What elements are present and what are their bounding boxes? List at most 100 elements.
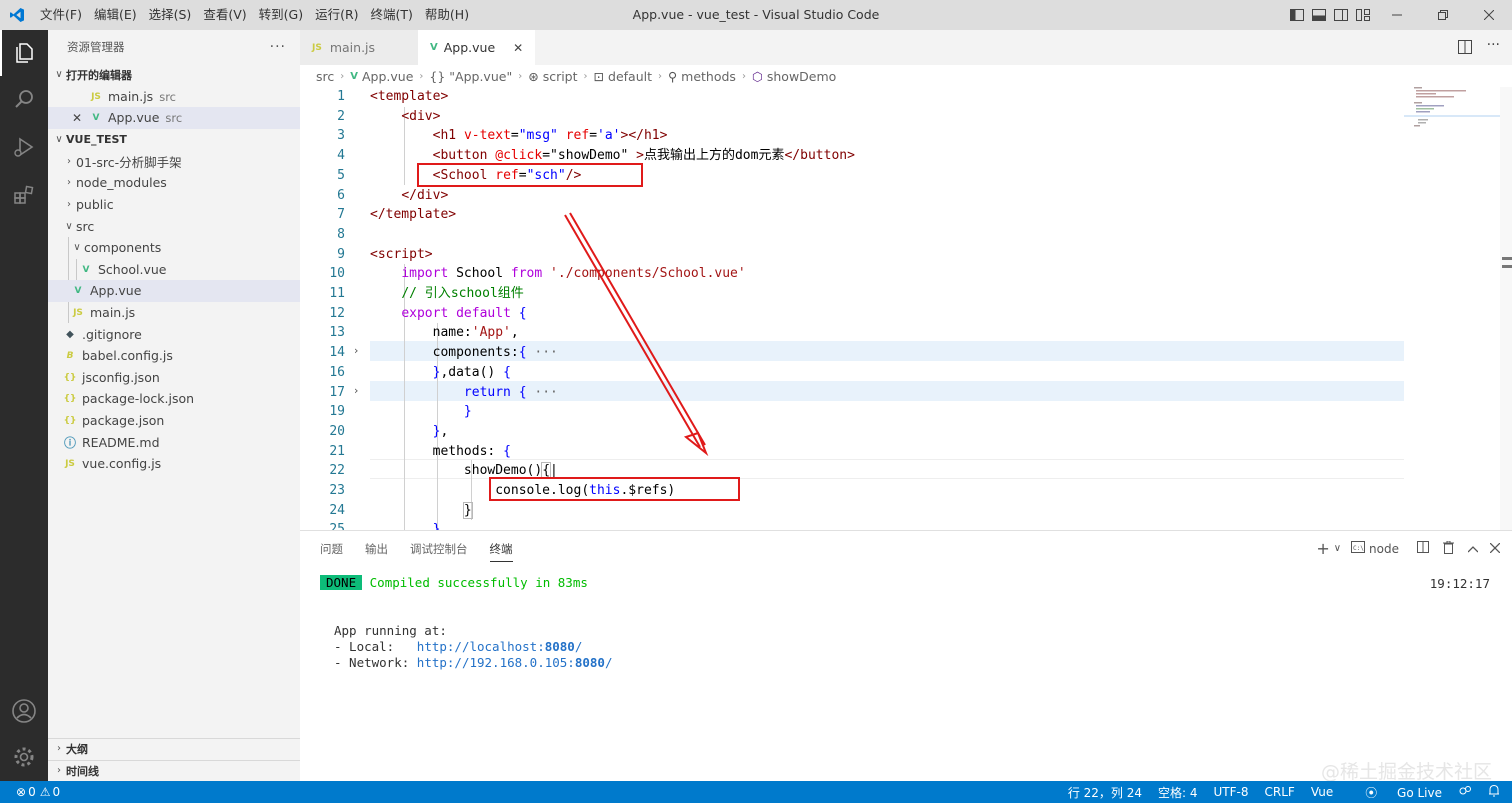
open-editor-name: App.vue: [108, 110, 160, 126]
explorer-icon[interactable]: [0, 30, 48, 76]
open-editor-desc: src: [159, 89, 176, 104]
warning-count: 0: [52, 785, 61, 799]
breadcrumb-item[interactable]: script: [543, 69, 578, 84]
tree-folder[interactable]: › public: [48, 194, 300, 216]
tab-debug-console[interactable]: 调试控制台: [410, 541, 468, 562]
menu-selection[interactable]: 选择(S): [143, 0, 198, 30]
menu-file[interactable]: 文件(F): [34, 0, 88, 30]
tree-file[interactable]: ⓘ README.md: [48, 432, 300, 454]
chevron-down-icon[interactable]: ∨: [1334, 543, 1341, 554]
tree-folder[interactable]: › node_modules: [48, 172, 300, 194]
tree-file[interactable]: Bbabel.config.js: [48, 345, 300, 367]
breadcrumb-item[interactable]: App.vue: [362, 69, 413, 84]
breadcrumb-item[interactable]: default: [608, 69, 652, 84]
indentation[interactable]: 空格: 4: [1158, 784, 1198, 801]
tree-label: jsconfig.json: [82, 370, 160, 386]
terminal-icon[interactable]: C:\: [1351, 541, 1366, 556]
running-label: App running at:: [334, 623, 447, 638]
terminal-line: DONE Compiled successfully in 83ms: [320, 575, 588, 591]
tab-app-vue[interactable]: V App.vue ✕: [418, 30, 535, 65]
open-editors-section[interactable]: ∨ 打开的编辑器: [48, 64, 300, 86]
menu-help[interactable]: 帮助(H): [419, 0, 475, 30]
breadcrumb-item[interactable]: methods: [681, 69, 736, 84]
menu-run[interactable]: 运行(R): [309, 0, 364, 30]
js-file-icon: JS: [73, 307, 83, 318]
split-editor-icon[interactable]: [1458, 40, 1472, 57]
trash-icon[interactable]: [1443, 540, 1454, 557]
maximize-panel-icon[interactable]: [1467, 542, 1479, 556]
outline-section[interactable]: › 大纲: [48, 738, 300, 760]
tree-file[interactable]: {} package.json: [48, 410, 300, 432]
open-editor-name: main.js: [108, 89, 154, 105]
code-editor[interactable]: › › 1 2 3 4 5 6 7 8 9 10 11 12 13 14 16 …: [300, 87, 1512, 530]
tree-file[interactable]: JS main.js: [48, 302, 300, 324]
run-debug-icon[interactable]: [0, 124, 48, 170]
extensions-icon[interactable]: [0, 172, 48, 218]
error-icon: ⊗: [16, 785, 27, 799]
more-actions-icon[interactable]: ···: [270, 39, 286, 55]
tab-main-js[interactable]: JS main.js: [300, 30, 418, 65]
tree-file[interactable]: {} package-lock.json: [48, 388, 300, 410]
close-tab-icon[interactable]: ✕: [513, 41, 523, 55]
tree-file[interactable]: V School.vue: [48, 259, 300, 281]
tree-file-selected[interactable]: V App.vue: [48, 280, 300, 302]
go-live-button[interactable]: ⦿ Go Live: [1349, 784, 1442, 801]
tree-folder[interactable]: ∨ components: [48, 237, 300, 259]
terminal-name[interactable]: node: [1369, 542, 1399, 556]
json-file-icon: {}: [63, 393, 77, 404]
minimap[interactable]: [1404, 87, 1500, 147]
project-label: VUE_TEST: [66, 133, 127, 147]
account-icon[interactable]: [0, 688, 48, 734]
activity-bar: [0, 30, 48, 781]
breadcrumb-item[interactable]: showDemo: [767, 69, 836, 84]
manage-gear-icon[interactable]: [0, 734, 48, 780]
toggle-secondary-sidebar-icon[interactable]: [1330, 0, 1352, 30]
tab-terminal[interactable]: 终端: [489, 541, 513, 562]
close-window-icon[interactable]: [1466, 0, 1512, 30]
restore-icon[interactable]: [1420, 0, 1466, 30]
menu-go[interactable]: 转到(G): [253, 0, 309, 30]
search-icon[interactable]: [0, 76, 48, 122]
local-url[interactable]: http://localhost:8080/: [417, 639, 583, 654]
terminal-line: App running at:: [334, 623, 447, 639]
toggle-panel-icon[interactable]: [1308, 0, 1330, 30]
project-section[interactable]: ∨ VUE_TEST: [48, 129, 300, 151]
menu-edit[interactable]: 编辑(E): [88, 0, 143, 30]
problems-status[interactable]: ⊗ 0 ⚠ 0: [16, 785, 60, 799]
breadcrumb-item[interactable]: src: [316, 69, 334, 84]
tree-folder[interactable]: › 01-src-分析脚手架: [48, 151, 300, 173]
tree-folder[interactable]: ∨ src: [48, 216, 300, 238]
customize-layout-icon[interactable]: [1352, 0, 1374, 30]
tree-file[interactable]: ◆ .gitignore: [48, 324, 300, 346]
tab-problems[interactable]: 问题: [320, 541, 343, 562]
status-right: 行 22，列 24 空格: 4 UTF-8 CRLF Vue ⦿ Go Live: [1052, 784, 1500, 801]
menu-view[interactable]: 查看(V): [197, 0, 252, 30]
timeline-section[interactable]: › 时间线: [48, 760, 300, 782]
open-editor-item[interactable]: JS main.js src: [48, 86, 300, 108]
more-actions-icon[interactable]: ···: [1487, 37, 1500, 53]
close-icon[interactable]: ✕: [72, 111, 88, 125]
tab-output[interactable]: 输出: [365, 541, 388, 562]
menu-terminal[interactable]: 终端(T): [365, 0, 419, 30]
language-mode[interactable]: Vue: [1311, 785, 1333, 799]
end-of-line[interactable]: CRLF: [1265, 785, 1295, 799]
tree-file[interactable]: {} jsconfig.json: [48, 367, 300, 389]
toggle-sidebar-icon[interactable]: [1286, 0, 1308, 30]
new-terminal-icon[interactable]: +: [1316, 539, 1329, 558]
tree-label: node_modules: [76, 175, 167, 191]
cursor-position[interactable]: 行 22，列 24: [1068, 784, 1142, 801]
encoding[interactable]: UTF-8: [1214, 785, 1249, 799]
network-url[interactable]: http://192.168.0.105:8080/: [417, 655, 613, 670]
js-file-icon: JS: [312, 42, 322, 53]
breadcrumb-item[interactable]: {} "App.vue": [429, 69, 512, 84]
close-panel-icon[interactable]: [1489, 542, 1501, 556]
editor-scrollbar[interactable]: [1500, 87, 1512, 530]
open-editor-item[interactable]: ✕ V App.vue src: [48, 107, 300, 129]
js-file-icon: JS: [91, 91, 101, 102]
minimize-icon[interactable]: [1374, 0, 1420, 30]
split-terminal-icon[interactable]: [1417, 541, 1429, 556]
feedback-icon[interactable]: [1458, 785, 1472, 800]
notifications-bell-icon[interactable]: [1488, 784, 1500, 800]
tree-label: README.md: [82, 435, 160, 451]
tree-file[interactable]: JS vue.config.js: [48, 453, 300, 475]
